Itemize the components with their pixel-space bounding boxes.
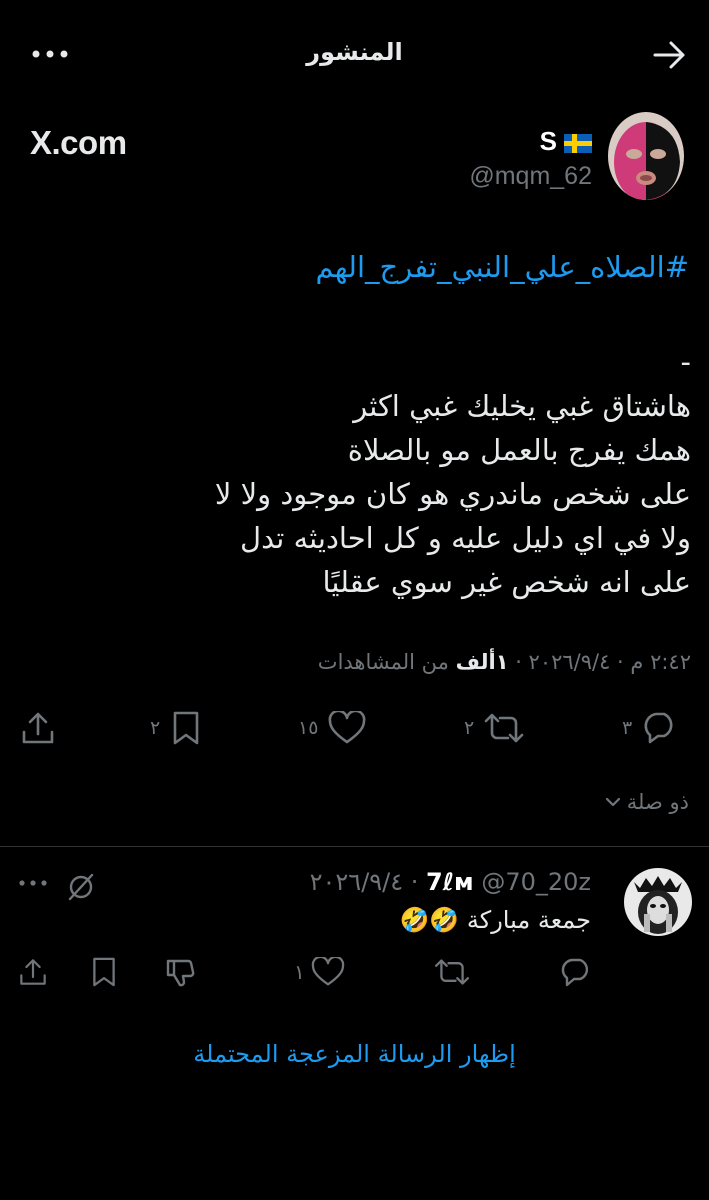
reply-reply-action[interactable] — [560, 952, 592, 992]
share-action[interactable] — [20, 706, 56, 750]
reply-like-action[interactable]: ١ — [294, 952, 345, 992]
like-count: ١٥ — [298, 717, 319, 739]
repost-icon — [484, 713, 524, 743]
reply-action[interactable]: ٣ — [622, 706, 678, 750]
reply-count: ٣ — [622, 717, 633, 739]
related-toggle[interactable]: ذو صلة — [605, 790, 689, 814]
reply-repost-action[interactable] — [434, 952, 470, 992]
post-line: على انه شخص غير سوي عقليًا — [322, 565, 691, 599]
reply-dislike-action[interactable] — [164, 952, 196, 992]
show-possible-spam-link[interactable]: إظهار الرسالة المزعجة المحتملة — [0, 1040, 709, 1068]
author-handle[interactable]: @mqm_62 — [469, 162, 592, 191]
repost-count: ٢ — [464, 717, 475, 739]
heart-icon — [311, 957, 344, 986]
views-count: ١ألف — [455, 650, 509, 674]
post-line: هاشتاق غبي يخليك غبي اكثر — [353, 389, 691, 423]
avatar[interactable] — [608, 112, 684, 200]
reply-like-count: ١ — [294, 960, 305, 984]
like-action[interactable]: ١٥ — [298, 706, 366, 750]
separator: · — [403, 868, 427, 896]
chevron-down-icon — [605, 797, 620, 807]
bookmark-icon — [93, 957, 115, 987]
bookmark-action[interactable]: ٢ — [150, 706, 202, 750]
share-icon — [20, 959, 46, 985]
reply-more-icon[interactable] — [18, 878, 48, 888]
post-line: على شخص ماندري هو كان موجود ولا لا — [214, 477, 691, 511]
reply-bookmark-action[interactable] — [90, 952, 118, 992]
post-line: همك يفرج بالعمل مو بالصلاة — [347, 433, 691, 467]
reply-date[interactable]: ٢٠٢٦/٩/٤ — [310, 868, 404, 896]
post-body: - هاشتاق غبي يخليك غبي اكثر همك يفرج بال… — [21, 340, 691, 604]
reply-header: 7ℓм @70_20z · ٢٠٢٦/٩/٤ — [310, 868, 591, 896]
bookmark-icon — [173, 711, 199, 745]
related-label: ذو صلة — [626, 790, 689, 814]
hashtag-link[interactable]: #الصلاه_علي_النبي_تفرج_الهم — [315, 250, 689, 284]
reply-avatar[interactable] — [624, 868, 692, 936]
watermark-text: X.com — [30, 124, 127, 161]
hidden-reply-icon[interactable] — [66, 872, 96, 902]
reply-text: جمعة مباركة 🤣🤣 — [399, 906, 591, 934]
share-icon — [22, 712, 54, 744]
reply-icon — [561, 958, 589, 987]
views-label: من المشاهدات — [317, 650, 456, 674]
thumbs-down-icon — [166, 959, 195, 987]
reply-share-action[interactable] — [18, 952, 48, 992]
heart-icon — [329, 711, 366, 744]
page-title: المنشور — [306, 38, 403, 66]
reply-author-name[interactable]: 7ℓм — [426, 868, 474, 896]
post-timestamp[interactable]: ٢:٤٢ م · ٢٠٢٦/٩/٤ · — [509, 650, 691, 674]
repost-action[interactable]: ٢ — [464, 706, 524, 750]
author-name[interactable]: S — [540, 126, 557, 157]
post-line: ولا في اي دليل عليه و كل احاديثه تدل — [240, 521, 691, 555]
post-meta: ٢:٤٢ م · ٢٠٢٦/٩/٤ · ١ألف من المشاهدات — [318, 650, 691, 674]
divider — [0, 846, 709, 847]
post-line: - — [680, 345, 691, 379]
reply-author-handle[interactable]: @70_20z — [481, 868, 591, 896]
bookmark-count: ٢ — [150, 717, 161, 739]
reply-icon — [644, 712, 673, 744]
repost-icon — [434, 959, 470, 985]
more-options-icon[interactable] — [30, 40, 74, 68]
country-flag-icon — [564, 134, 592, 153]
